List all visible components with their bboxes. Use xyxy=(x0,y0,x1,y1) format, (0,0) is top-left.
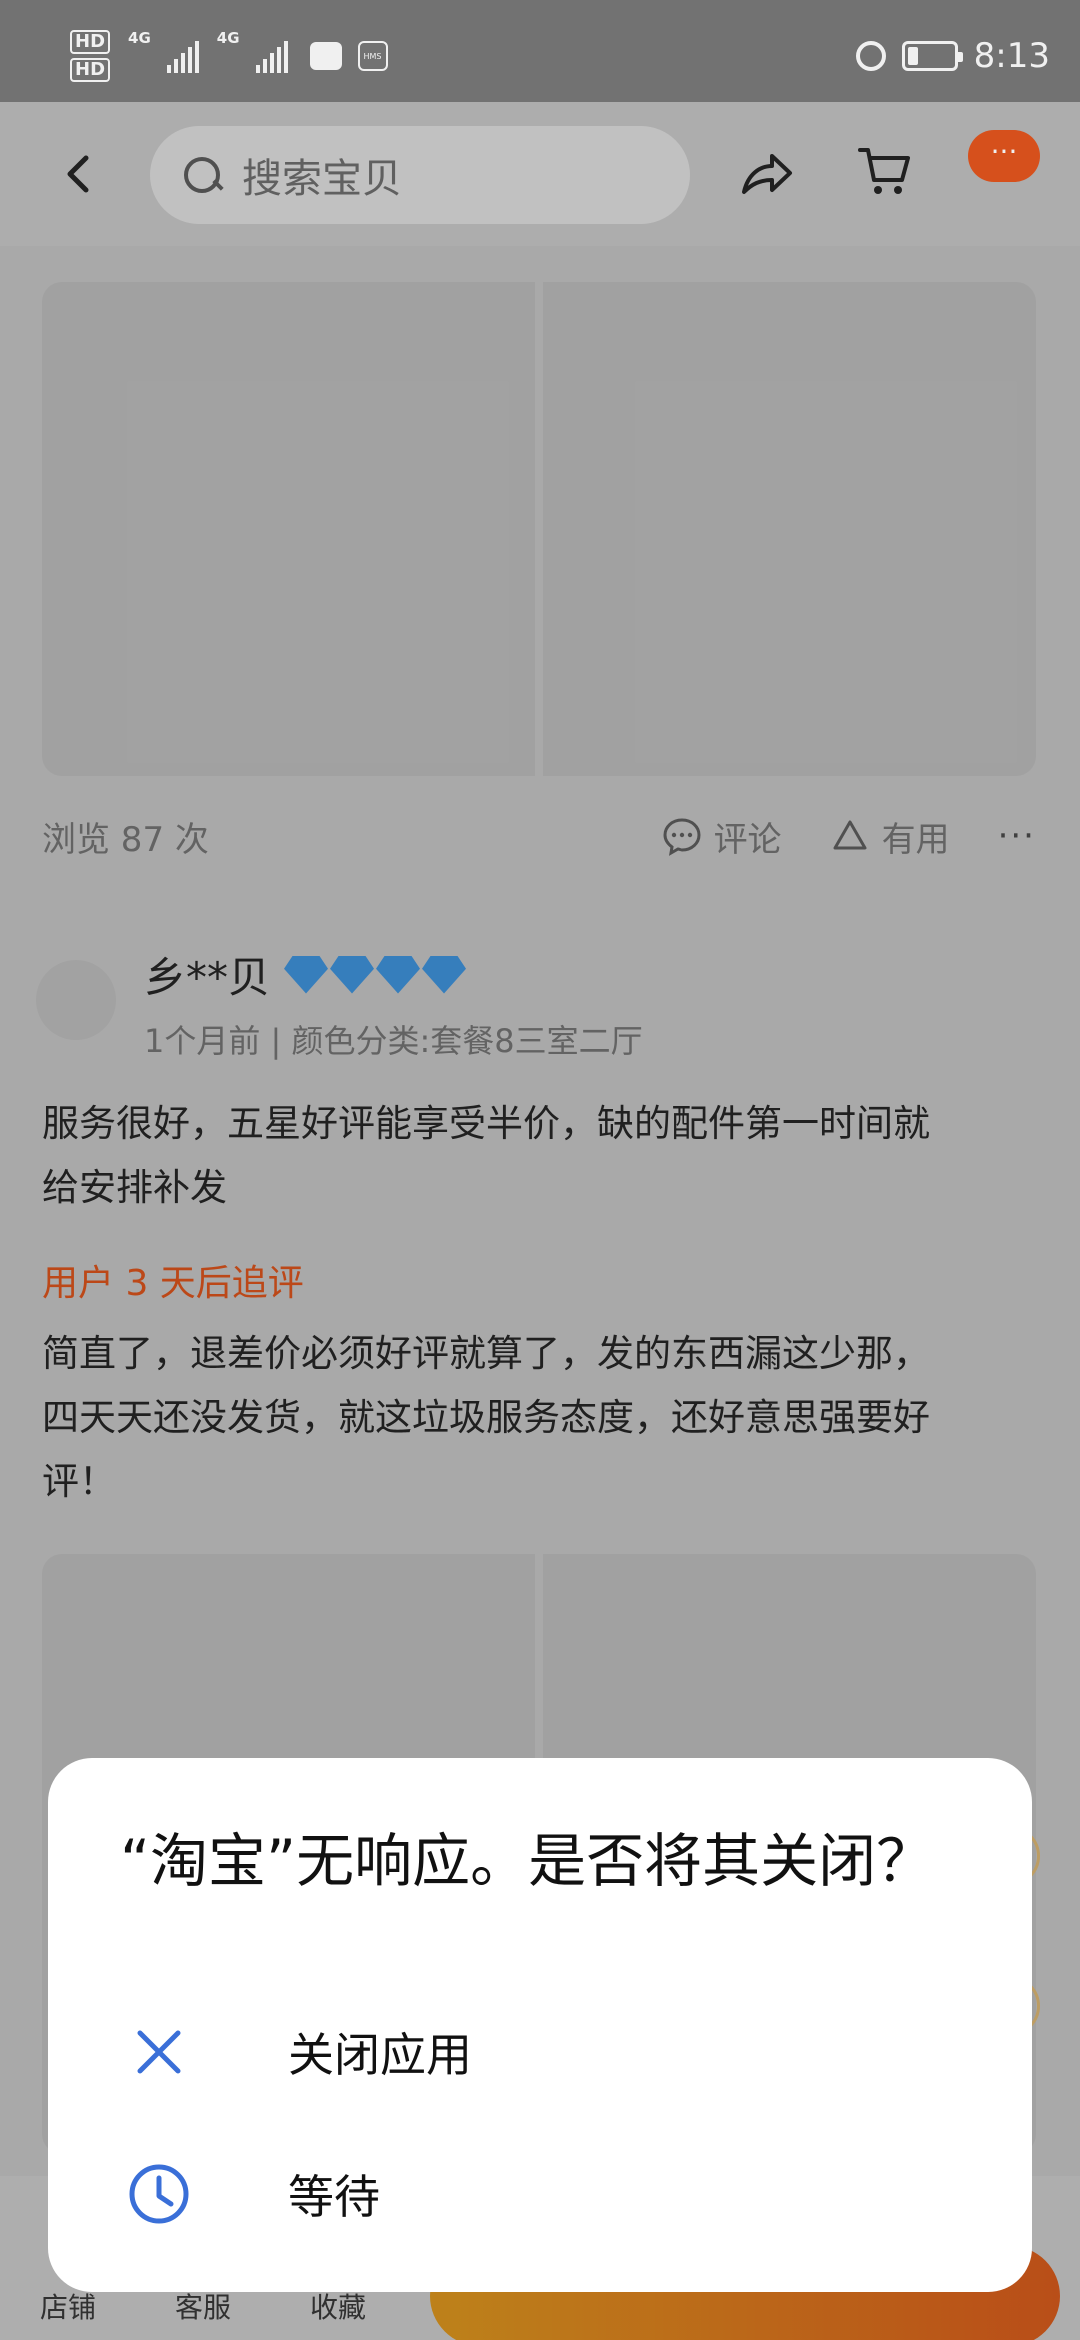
wait-label: 等待 xyxy=(288,2170,380,2224)
clock-icon xyxy=(129,2164,189,2224)
close-app-label: 关闭应用 xyxy=(288,2028,472,2082)
close-app-button[interactable]: 关闭应用 xyxy=(48,1992,1032,2112)
app-not-responding-dialog: “淘宝”无响应。是否将其关闭？ 关闭应用 等待 xyxy=(48,1758,1032,2292)
close-icon xyxy=(137,2030,181,2074)
dialog-title: “淘宝”无响应。是否将其关闭？ xyxy=(120,1827,935,1895)
wait-button[interactable]: 等待 xyxy=(48,2134,1032,2254)
